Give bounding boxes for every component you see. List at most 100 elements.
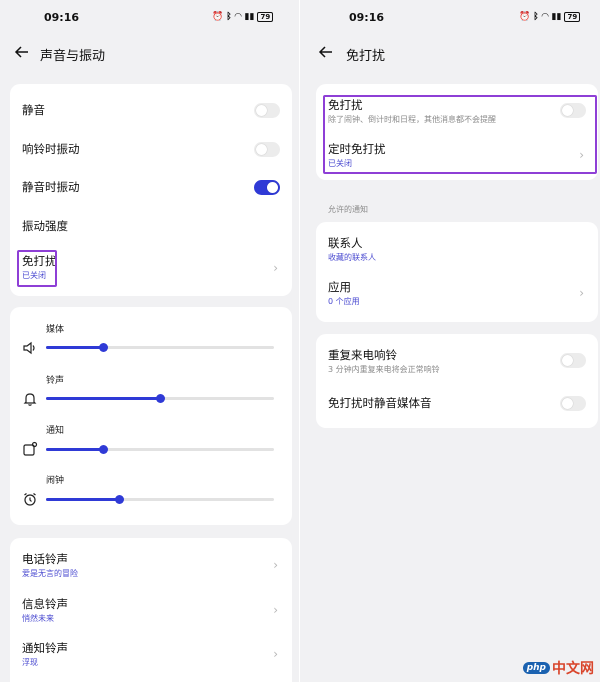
- vibration-settings-card: 静音 响铃时振动 静音时振动 振动强度 免打扰 已关闭 ›: [10, 84, 292, 296]
- status-bar: 09:16 ⏰ ᛒ ◠ ▮▮ 79: [0, 11, 300, 25]
- speaker-icon: [23, 341, 35, 355]
- media-volume-slider[interactable]: [46, 343, 274, 352]
- top-bar: 声音与振动: [0, 40, 300, 66]
- mute-media-label: 免打扰时静音媒体音: [328, 396, 432, 410]
- notification-icon: [23, 441, 38, 456]
- signal-icon: ▮▮: [551, 12, 562, 22]
- allowed-notifications-card: 联系人 收藏的联系人 应用 0 个应用 ›: [316, 222, 598, 322]
- alarm-volume-slider[interactable]: [46, 495, 274, 504]
- dnd-label: 免打扰: [22, 254, 57, 268]
- back-arrow-icon[interactable]: [318, 44, 334, 60]
- dnd-row[interactable]: 免打扰 已关闭: [22, 254, 280, 281]
- allowed-notifications-caption: 允许的通知: [328, 205, 368, 214]
- silent-label: 静音: [22, 103, 45, 117]
- watermark-badge: php: [522, 662, 550, 674]
- message-tone-label: 信息铃声: [22, 597, 68, 611]
- dnd-description: 除了闹钟、倒计时和日程，其他消息都不会提醒: [328, 115, 496, 124]
- status-icons: ⏰ ᛒ ◠ ▮▮ 79: [212, 11, 274, 23]
- wifi-icon: ◠: [234, 12, 242, 22]
- scheduled-dnd-status: 已关闭: [328, 159, 352, 168]
- ringtone-label: 电话铃声: [22, 552, 68, 566]
- contacts-value: 收藏的联系人: [328, 253, 376, 262]
- battery-icon: 79: [564, 12, 581, 22]
- ring-volume-label: 铃声: [46, 376, 65, 386]
- status-time: 09:16: [349, 11, 385, 24]
- vibrate-on-ring-toggle[interactable]: [254, 142, 280, 157]
- apps-label: 应用: [328, 280, 351, 294]
- alarm-icon: ⏰: [519, 12, 531, 22]
- ring-volume-thumb[interactable]: [156, 394, 165, 403]
- repeat-calls-card: 重复来电响铃 3 分钟内重复来电将会正常响铃 免打扰时静音媒体音: [316, 334, 598, 428]
- dnd-toggle[interactable]: [560, 103, 586, 118]
- dnd-card: 免打扰 除了闹钟、倒计时和日程，其他消息都不会提醒 定时免打扰 已关闭 ›: [316, 84, 598, 180]
- vibrate-on-silent-label: 静音时振动: [22, 180, 80, 194]
- do-not-disturb-screen: 09:16 ⏰ ᛒ ◠ ▮▮ 79 免打扰 免打扰 除了闹钟、倒计时和日程，其他…: [300, 0, 600, 682]
- bluetooth-icon: ᛒ: [226, 12, 232, 22]
- message-tone-value: 悄然未来: [22, 614, 54, 623]
- alarm-icon: ⏰: [212, 12, 224, 22]
- status-bar: 09:16 ⏰ ᛒ ◠ ▮▮ 79: [300, 11, 600, 25]
- alarm-volume-thumb[interactable]: [114, 495, 124, 504]
- notification-tone-value: 浮现: [22, 658, 38, 667]
- mute-media-toggle[interactable]: [560, 396, 586, 411]
- mute-media-row[interactable]: 免打扰时静音媒体音: [328, 396, 586, 410]
- chevron-right-icon: ›: [579, 148, 584, 162]
- wifi-icon: ◠: [541, 12, 549, 22]
- notification-volume-label: 通知: [46, 426, 65, 436]
- ring-volume-slider[interactable]: [46, 394, 274, 403]
- scheduled-dnd-label: 定时免打扰: [328, 142, 386, 156]
- vibrate-on-ring-row[interactable]: 响铃时振动: [22, 142, 280, 156]
- status-time: 09:16: [44, 11, 80, 24]
- apps-row[interactable]: 应用 0 个应用: [328, 280, 586, 307]
- signal-icon: ▮▮: [244, 12, 255, 22]
- dnd-label: 免打扰: [328, 98, 363, 112]
- vibrate-on-silent-row[interactable]: 静音时振动: [22, 180, 280, 194]
- notification-volume-fill: [46, 448, 103, 451]
- dnd-toggle-row[interactable]: 免打扰 除了闹钟、倒计时和日程，其他消息都不会提醒: [328, 98, 586, 125]
- watermark-logo: php 中文网: [522, 658, 594, 678]
- vibrate-on-ring-label: 响铃时振动: [22, 142, 80, 156]
- repeat-calls-label: 重复来电响铃: [328, 348, 397, 362]
- media-volume-label: 媒体: [46, 325, 65, 335]
- watermark-text: 中文网: [552, 661, 594, 677]
- ring-volume-fill: [46, 397, 160, 400]
- ringtones-card: 电话铃声 爱是无言的冒险 › 信息铃声 悄然未来 › 通知铃声 浮现 ›: [10, 538, 292, 682]
- ringtone-value: 爱是无言的冒险: [22, 569, 78, 578]
- apps-value: 0 个应用: [328, 297, 360, 306]
- page-title: 免打扰: [346, 49, 386, 64]
- contacts-label: 联系人: [328, 236, 363, 250]
- sound-vibration-screen: 09:16 ⏰ ᛒ ◠ ▮▮ 79 声音与振动 静音 响铃时振动 静音时振动 振…: [0, 0, 300, 682]
- silent-row[interactable]: 静音: [22, 103, 280, 117]
- chevron-right-icon: ›: [273, 647, 278, 661]
- page-title: 声音与振动: [40, 49, 106, 64]
- chevron-right-icon: ›: [273, 261, 278, 275]
- notification-tone-label: 通知铃声: [22, 641, 68, 655]
- silent-toggle[interactable]: [254, 103, 280, 118]
- vibration-intensity-label: 振动强度: [22, 219, 68, 233]
- bell-icon: [23, 393, 37, 406]
- battery-icon: 79: [257, 12, 274, 22]
- alarm-clock-icon: [24, 493, 36, 506]
- notification-volume-thumb[interactable]: [99, 445, 108, 454]
- notification-tone-row[interactable]: 通知铃声 浮现: [22, 641, 280, 668]
- message-tone-row[interactable]: 信息铃声 悄然未来: [22, 597, 280, 624]
- chevron-right-icon: ›: [579, 286, 584, 300]
- volume-card: 媒体 铃声 通知 闹钟: [10, 307, 292, 525]
- chevron-right-icon: ›: [273, 603, 278, 617]
- vibration-intensity-row[interactable]: 振动强度: [22, 219, 280, 233]
- chevron-right-icon: ›: [273, 558, 278, 572]
- scheduled-dnd-row[interactable]: 定时免打扰 已关闭: [328, 142, 586, 169]
- top-bar: 免打扰: [300, 40, 600, 66]
- alarm-volume-label: 闹钟: [46, 476, 65, 486]
- contacts-row[interactable]: 联系人 收藏的联系人: [328, 236, 586, 263]
- ringtone-row[interactable]: 电话铃声 爱是无言的冒险: [22, 552, 280, 579]
- back-arrow-icon[interactable]: [14, 44, 30, 60]
- bluetooth-icon: ᛒ: [533, 12, 539, 22]
- media-volume-fill: [46, 346, 103, 349]
- notification-volume-slider[interactable]: [46, 445, 274, 454]
- repeat-calls-toggle[interactable]: [560, 353, 586, 368]
- media-volume-thumb[interactable]: [99, 343, 108, 352]
- dnd-status: 已关闭: [22, 271, 46, 280]
- repeat-calls-row[interactable]: 重复来电响铃 3 分钟内重复来电将会正常响铃: [328, 348, 586, 375]
- vibrate-on-silent-toggle[interactable]: [254, 180, 280, 195]
